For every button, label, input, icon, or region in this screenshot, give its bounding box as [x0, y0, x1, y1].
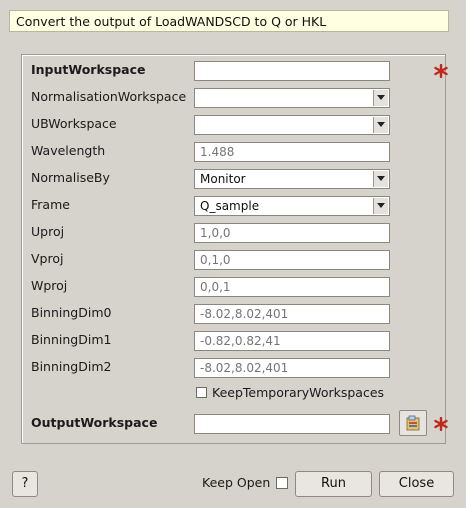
browse-workspace-button[interactable]: [399, 410, 427, 436]
keep-temporary-workspaces-label: KeepTemporaryWorkspaces: [212, 385, 385, 400]
wavelength-label: Wavelength: [31, 143, 106, 158]
wproj-label: Wproj: [31, 278, 68, 293]
run-button[interactable]: Run: [295, 471, 372, 497]
browse-workspace-icon: [406, 415, 420, 431]
wproj-field[interactable]: [194, 277, 390, 297]
normalisation-workspace-combo[interactable]: [194, 88, 390, 108]
binning-dim1-field[interactable]: [194, 331, 390, 351]
help-button[interactable]: ?: [12, 471, 38, 497]
input-workspace-label: InputWorkspace: [31, 62, 146, 77]
wavelength-field[interactable]: [194, 142, 390, 162]
chevron-down-icon[interactable]: [373, 117, 388, 133]
required-asterisk-icon: [434, 64, 448, 78]
frame-label: Frame: [31, 197, 70, 212]
chevron-down-icon[interactable]: [373, 90, 388, 106]
uproj-field[interactable]: [194, 223, 390, 243]
binning-dim0-field[interactable]: [194, 304, 390, 324]
required-asterisk-icon: [434, 417, 448, 431]
close-button[interactable]: Close: [379, 471, 454, 497]
ub-workspace-label: UBWorkspace: [31, 116, 117, 131]
normalise-by-combo[interactable]: Monitor: [194, 169, 390, 189]
output-workspace-label: OutputWorkspace: [31, 415, 158, 430]
keep-open-checkbox[interactable]: [276, 477, 288, 489]
normalisation-workspace-label: NormalisationWorkspace: [31, 89, 187, 104]
keep-open-label: Keep Open: [202, 475, 271, 490]
chevron-down-icon[interactable]: [373, 171, 388, 187]
algorithm-description: Convert the output of LoadWANDSCD to Q o…: [9, 10, 449, 32]
binning-dim0-label: BinningDim0: [31, 305, 112, 320]
binning-dim2-field[interactable]: [194, 358, 390, 378]
chevron-down-icon[interactable]: [373, 198, 388, 214]
binning-dim1-label: BinningDim1: [31, 332, 112, 347]
normalise-by-label: NormaliseBy: [31, 170, 110, 185]
uproj-label: Uproj: [31, 224, 65, 239]
vproj-label: Vproj: [31, 251, 64, 266]
binning-dim2-label: BinningDim2: [31, 359, 112, 374]
ub-workspace-combo[interactable]: [194, 115, 390, 135]
vproj-field[interactable]: [194, 250, 390, 270]
frame-combo[interactable]: Q_sample: [194, 196, 390, 216]
keep-temporary-workspaces-checkbox[interactable]: [196, 387, 207, 398]
input-workspace-field[interactable]: [194, 61, 390, 81]
output-workspace-field[interactable]: [194, 414, 390, 434]
